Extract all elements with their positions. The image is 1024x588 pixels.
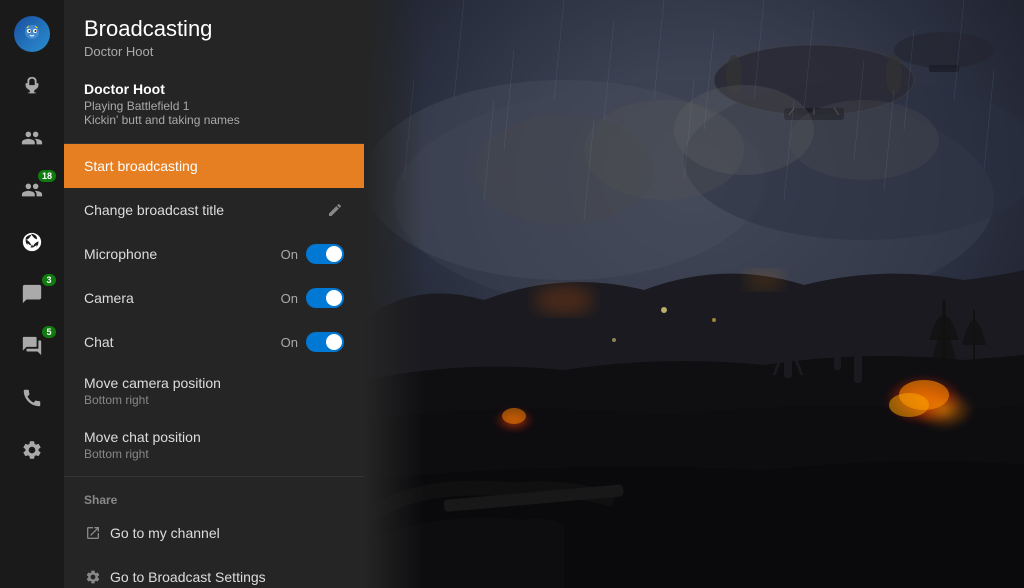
- panel-subtitle: Doctor Hoot: [84, 44, 344, 59]
- menu-panel: Broadcasting Doctor Hoot Doctor Hoot Pla…: [64, 0, 364, 588]
- friends-online-icon[interactable]: 18: [0, 164, 64, 216]
- change-broadcast-title-label: Change broadcast title: [84, 202, 224, 218]
- go-to-channel-label: Go to my channel: [110, 525, 220, 541]
- game-background: [364, 0, 1024, 588]
- menu-items: Start broadcasting Change broadcast titl…: [64, 144, 364, 588]
- go-to-channel-left: Go to my channel: [84, 524, 220, 542]
- chat-toggle-right: On: [281, 332, 344, 352]
- go-to-channel-button[interactable]: Go to my channel: [64, 511, 364, 555]
- start-broadcasting-label: Start broadcasting: [84, 158, 198, 174]
- move-camera-label: Move camera position: [84, 375, 344, 391]
- panel-header: Broadcasting Doctor Hoot: [64, 0, 364, 67]
- change-broadcast-title-button[interactable]: Change broadcast title: [64, 188, 364, 232]
- change-broadcast-title-right: [326, 201, 344, 219]
- chat-label: Chat: [84, 334, 114, 350]
- move-chat-label: Move chat position: [84, 429, 344, 445]
- party-icon[interactable]: 5: [0, 320, 64, 372]
- go-to-broadcast-settings-label: Go to Broadcast Settings: [110, 569, 266, 585]
- friends-icon[interactable]: [0, 112, 64, 164]
- achievements-icon[interactable]: [0, 60, 64, 112]
- microphone-toggle-item[interactable]: Microphone On: [64, 232, 364, 276]
- microphone-toggle-right: On: [281, 244, 344, 264]
- camera-toggle-right: On: [281, 288, 344, 308]
- camera-toggle-item[interactable]: Camera On: [64, 276, 364, 320]
- calls-icon[interactable]: [0, 372, 64, 424]
- messages-icon[interactable]: 3: [0, 268, 64, 320]
- go-to-settings-left: Go to Broadcast Settings: [84, 568, 266, 586]
- sidebar: 18 3 5: [0, 0, 64, 588]
- user-info: Doctor Hoot Playing Battlefield 1 Kickin…: [64, 67, 364, 144]
- chat-toggle-label: On: [281, 335, 298, 350]
- move-chat-position-button[interactable]: Move chat position Bottom right: [64, 418, 364, 472]
- panel-title: Broadcasting: [84, 16, 344, 42]
- settings-icon[interactable]: [0, 424, 64, 476]
- camera-toggle-label: On: [281, 291, 298, 306]
- move-chat-sublabel: Bottom right: [84, 447, 344, 461]
- avatar-icon[interactable]: [0, 8, 64, 60]
- user-game: Playing Battlefield 1: [84, 99, 344, 113]
- microphone-toggle-label: On: [281, 247, 298, 262]
- chat-toggle-item[interactable]: Chat On: [64, 320, 364, 364]
- external-link-icon: [84, 524, 102, 542]
- xbox-icon[interactable]: [0, 216, 64, 268]
- messages-badge: 3: [42, 274, 56, 286]
- user-name: Doctor Hoot: [84, 81, 344, 97]
- move-camera-sublabel: Bottom right: [84, 393, 344, 407]
- broadcast-settings-icon: [84, 568, 102, 586]
- user-status: Kickin' butt and taking names: [84, 113, 344, 127]
- camera-label: Camera: [84, 290, 134, 306]
- friends-badge: 18: [38, 170, 56, 182]
- go-to-broadcast-settings-button[interactable]: Go to Broadcast Settings: [64, 555, 364, 588]
- move-camera-position-button[interactable]: Move camera position Bottom right: [64, 364, 364, 418]
- microphone-toggle[interactable]: [306, 244, 344, 264]
- edit-icon: [326, 201, 344, 219]
- microphone-label: Microphone: [84, 246, 157, 262]
- share-section-label: Share: [64, 481, 364, 511]
- share-divider: [64, 476, 364, 477]
- start-broadcasting-button[interactable]: Start broadcasting: [64, 144, 364, 188]
- chat-toggle[interactable]: [306, 332, 344, 352]
- party-badge: 5: [42, 326, 56, 338]
- camera-toggle[interactable]: [306, 288, 344, 308]
